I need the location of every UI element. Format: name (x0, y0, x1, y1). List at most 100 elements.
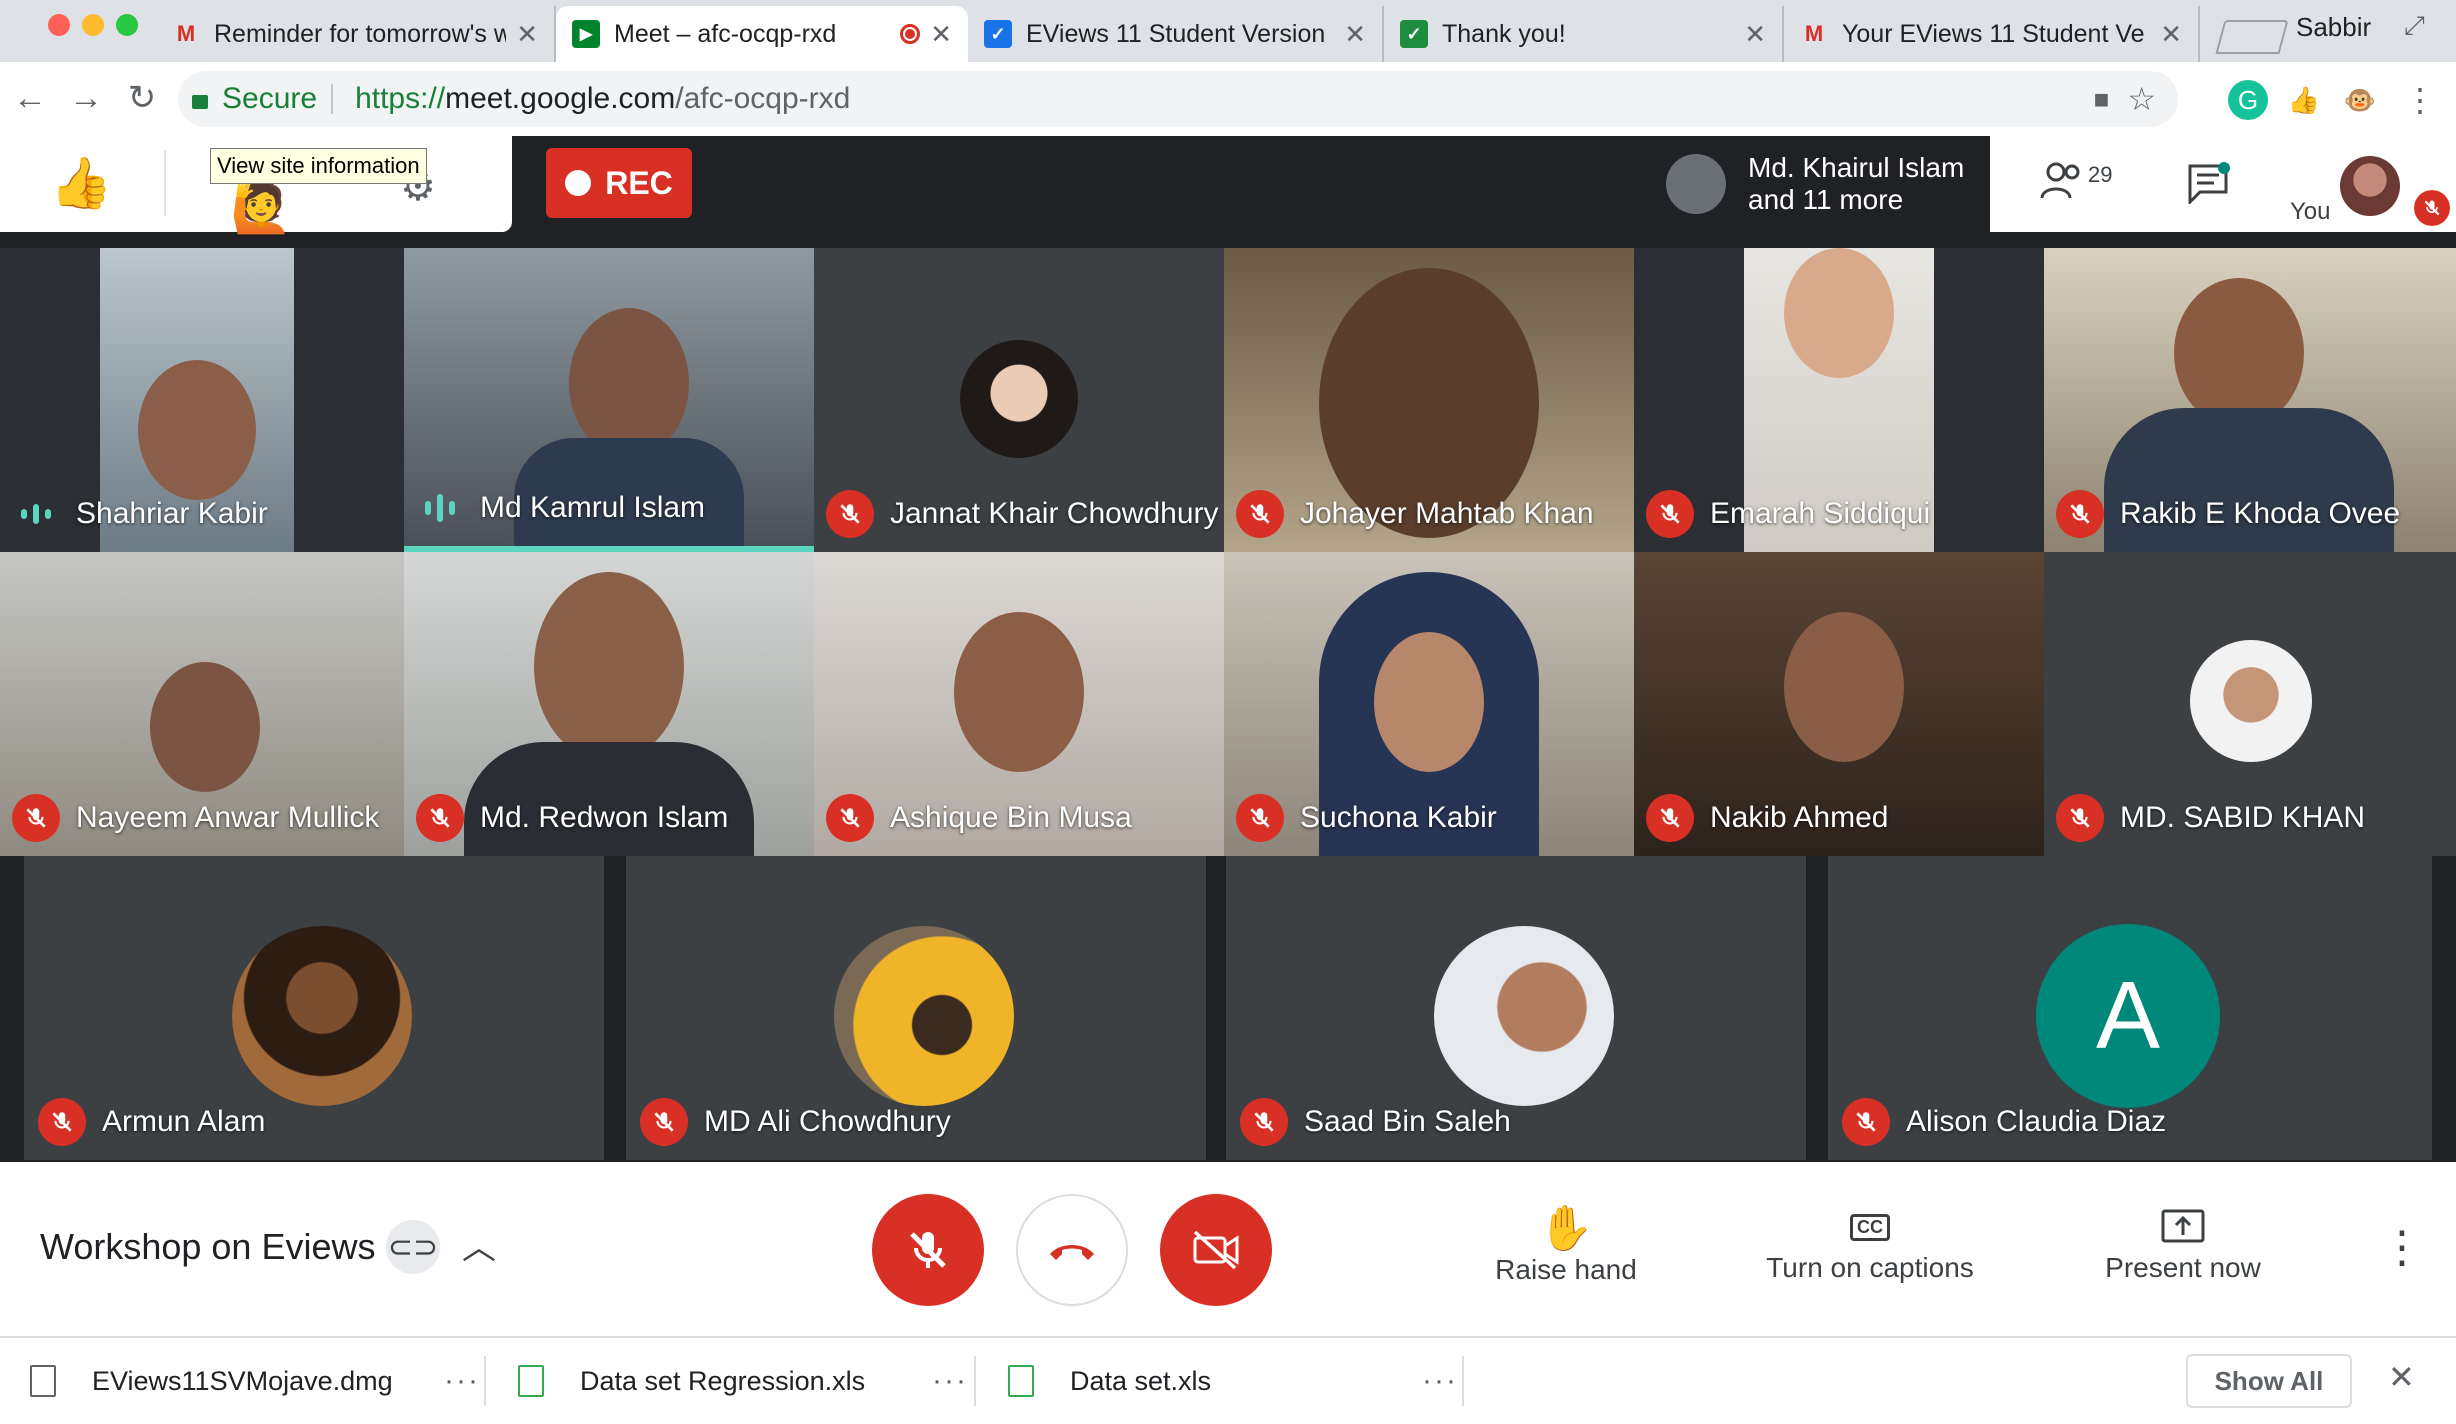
back-arrow-icon[interactable]: ← (8, 76, 52, 120)
zoom-window-button[interactable] (116, 14, 138, 36)
self-mic-off-icon (2414, 190, 2450, 226)
forward-arrow-icon[interactable]: → (64, 76, 108, 120)
participant-tile[interactable]: Johayer Mahtab Khan (1224, 248, 1634, 552)
thumbs-up-extension-icon[interactable]: 👍 (2284, 80, 2324, 120)
mic-off-icon (1236, 490, 1284, 538)
close-window-button[interactable] (48, 14, 70, 36)
active-speaker-name: Md. Khairul Islam (1748, 152, 1965, 183)
more-options-icon[interactable]: ⋮ (2380, 1222, 2424, 1273)
active-speaker-panel[interactable]: Md. Khairul Islam and 11 more (1650, 136, 1990, 232)
participant-label: Md. Redwon Islam (416, 794, 728, 842)
camera-toggle-button[interactable] (1160, 1194, 1272, 1306)
participant-label: Armun Alam (38, 1098, 265, 1146)
participant-tile[interactable]: Shahriar Kabir (0, 248, 404, 552)
participant-tile[interactable]: Nakib Ahmed (1634, 552, 2044, 856)
participant-label: Shahriar Kabir (12, 490, 268, 538)
mic-off-icon (12, 794, 60, 842)
mic-off-icon (1646, 794, 1694, 842)
close-icon[interactable]: ✕ (516, 19, 538, 50)
participant-tile[interactable]: Nayeem Anwar Mullick (0, 552, 404, 856)
tab-thank-you[interactable]: ✓ Thank you! ✕ (1384, 6, 1784, 62)
participant-label: Alison Claudia Diaz (1842, 1098, 2166, 1146)
download-filename: Data set Regression.xls (580, 1365, 866, 1396)
participant-tile[interactable]: Suchona Kabir (1224, 552, 1634, 856)
url-host[interactable]: meet.google.com (445, 82, 675, 116)
browser-toolbar: ← → ↻ Secure https://meet.google.com/afc… (0, 62, 2456, 137)
fullscreen-icon[interactable]: ⤢ (2404, 10, 2425, 42)
hang-up-phone-icon (1050, 1245, 1094, 1260)
chevron-up-icon[interactable]: ︿ (462, 1220, 496, 1269)
raise-hand-emoji-icon[interactable]: 🙋 (230, 178, 292, 237)
leave-call-button[interactable] (1016, 1194, 1128, 1306)
recording-button[interactable]: REC (546, 148, 692, 218)
eviews-icon: ✓ (984, 20, 1012, 48)
more-options-icon[interactable]: ··· (1422, 1364, 1458, 1398)
thumbs-up-icon[interactable]: 👍 (50, 154, 112, 213)
address-bar[interactable]: Secure https://meet.google.com/afc-ocqp-… (178, 71, 2178, 127)
chrome-menu-icon[interactable]: ⋮ (2400, 80, 2440, 120)
url-path[interactable]: /afc-ocqp-rxd (675, 82, 850, 116)
tab-eviews[interactable]: ✓ EViews 11 Student Version ✕ (968, 6, 1384, 62)
grammarly-extension-icon[interactable]: G (2228, 80, 2268, 120)
close-icon[interactable]: ✕ (2388, 1358, 2415, 1396)
more-options-icon[interactable]: ··· (444, 1364, 480, 1398)
participant-tile[interactable]: Emarah Siddiqui (1634, 248, 2044, 552)
paperclip-icon[interactable]: ⊂⊃ (386, 1220, 440, 1274)
download-filename: EViews11SVMojave.dmg (92, 1365, 393, 1396)
secure-label[interactable]: Secure (222, 82, 317, 116)
active-speaker-more: and 11 more (1748, 184, 1904, 215)
close-icon[interactable]: ✕ (930, 19, 952, 50)
download-item[interactable]: EViews11SVMojave.dmg ··· (30, 1338, 480, 1424)
self-avatar[interactable] (2340, 156, 2400, 216)
meeting-title[interactable]: Workshop on Eviews (40, 1226, 375, 1268)
raise-hand-button[interactable]: ✋ Raise hand (1486, 1202, 1646, 1286)
camera-in-use-icon[interactable]: ■ (2094, 84, 2110, 115)
downloads-bar: EViews11SVMojave.dmg ··· Data set Regres… (0, 1336, 2456, 1424)
rec-label: REC (605, 164, 673, 201)
participant-tile[interactable]: Armun Alam (24, 856, 604, 1160)
participant-tile[interactable]: Md. Redwon Islam (404, 552, 814, 856)
bookmark-star-icon[interactable]: ☆ (2127, 80, 2156, 118)
participant-face (569, 308, 689, 458)
people-icon (2040, 162, 2080, 199)
participant-avatar (960, 340, 1078, 458)
download-item[interactable]: Data set.xls ··· (1008, 1338, 1458, 1424)
participant-tile[interactable]: A Alison Claudia Diaz (1828, 856, 2432, 1160)
show-all-button[interactable]: Show All (2186, 1354, 2352, 1408)
participant-tile[interactable]: Saad Bin Saleh (1226, 856, 1806, 1160)
participant-tile[interactable]: Md Kamrul Islam (404, 248, 814, 552)
browser-tab-strip: M Reminder for tomorrow's w ✕ ▶ Meet – a… (0, 0, 2456, 62)
close-icon[interactable]: ✕ (1744, 19, 1766, 50)
monkey-extension-icon[interactable]: 🐵 (2340, 80, 2380, 120)
lock-icon[interactable] (192, 95, 208, 109)
captions-button[interactable]: CC Turn on captions (1750, 1202, 1990, 1284)
avatar (1666, 154, 1726, 214)
spreadsheet-file-icon (1008, 1365, 1034, 1397)
profile-name[interactable]: Sabbir (2296, 12, 2371, 43)
video-grid: Shahriar Kabir Md Kamrul Islam Jannat Kh… (0, 248, 2456, 1162)
reload-icon[interactable]: ↻ (120, 76, 164, 120)
participant-label: Md Kamrul Islam (416, 484, 705, 532)
new-tab-button[interactable] (2215, 20, 2289, 54)
tab-meet[interactable]: ▶ Meet – afc-ocqp-rxd ✕ (556, 6, 968, 62)
more-options-icon[interactable]: ··· (932, 1364, 968, 1398)
microphone-toggle-button[interactable] (872, 1194, 984, 1306)
people-button[interactable]: 29 (2040, 162, 2112, 200)
close-icon[interactable]: ✕ (2160, 19, 2182, 50)
chat-button[interactable] (2186, 162, 2230, 209)
present-now-button[interactable]: Present now (2088, 1202, 2278, 1284)
participant-label: Saad Bin Saleh (1240, 1098, 1511, 1146)
participant-tile[interactable]: Ashique Bin Musa (814, 552, 1224, 856)
mic-off-icon (1236, 794, 1284, 842)
tab-title: EViews 11 Student Version (1026, 19, 1326, 48)
tab-reminder[interactable]: M Reminder for tomorrow's w ✕ (156, 6, 556, 62)
participant-tile[interactable]: MD. SABID KHAN (2044, 552, 2456, 856)
minimize-window-button[interactable] (82, 14, 104, 36)
participant-tile[interactable]: MD Ali Chowdhury (626, 856, 1206, 1160)
tab-your-eviews[interactable]: M Your EViews 11 Student Ve ✕ (1784, 6, 2200, 62)
close-icon[interactable]: ✕ (1344, 19, 1366, 50)
participant-tile[interactable]: Rakib E Khoda Ovee (2044, 248, 2456, 552)
participant-tile[interactable]: Jannat Khair Chowdhury (814, 248, 1224, 552)
download-item[interactable]: Data set Regression.xls ··· (518, 1338, 968, 1424)
url-scheme[interactable]: https:// (355, 82, 445, 116)
